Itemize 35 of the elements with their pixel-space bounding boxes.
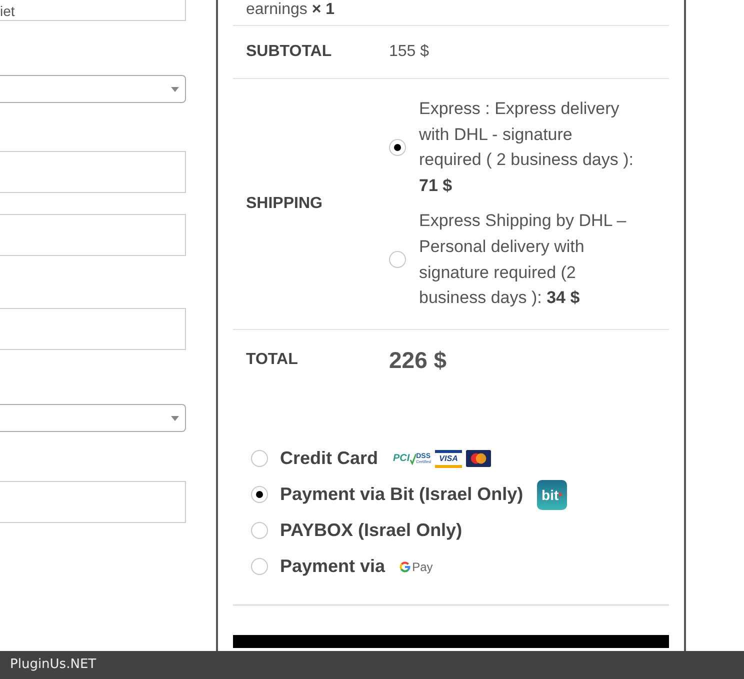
select-field[interactable]	[0, 75, 186, 103]
payment-method-label[interactable]: Credit Card	[280, 445, 378, 472]
bit-logo: bit	[537, 480, 568, 510]
product-name: earnings	[246, 0, 308, 20]
input-field[interactable]: iet	[0, 0, 186, 21]
input-field[interactable]	[0, 151, 186, 193]
input-field[interactable]	[0, 481, 186, 523]
letter-g-icon	[399, 560, 412, 573]
visa-logo: VISA	[435, 450, 462, 468]
payment-method-label[interactable]: Payment via Bit (Israel Only)	[280, 481, 524, 508]
shipping-option-label[interactable]: Express Shipping by DHL – Personal delivery with signature required (2 business days ): 34 $	[419, 208, 637, 311]
radio-button[interactable]	[389, 138, 406, 156]
total-value: 226 $	[389, 346, 447, 373]
pay-label: Pay	[412, 560, 433, 573]
shipping-option-label[interactable]: Express : Express delivery with DHL - signature required ( 2 business days ): 71 $	[419, 96, 637, 198]
input-field[interactable]	[0, 214, 186, 256]
subtotal-value: 155 $	[389, 42, 430, 62]
submit-button[interactable]	[233, 634, 669, 648]
subtotal-label: SUBTOTAL	[245, 42, 333, 62]
payment-method-label[interactable]: PAYBOX (Israel Only)	[280, 517, 462, 544]
radio-button[interactable]	[251, 450, 268, 468]
caret-icon	[171, 416, 179, 420]
radio-button[interactable]	[251, 558, 268, 576]
shipping-label: SHIPPING	[245, 194, 324, 214]
caret-icon	[171, 86, 179, 92]
select-field[interactable]	[0, 404, 186, 432]
total-label: TOTAL	[245, 350, 299, 370]
radio-button[interactable]	[389, 251, 406, 268]
radio-button[interactable]	[251, 486, 268, 504]
site-name-label: PluginUs.NET	[10, 656, 96, 674]
radio-button[interactable]	[251, 522, 268, 540]
payment-method-label[interactable]: Payment via	[280, 553, 386, 580]
overlapping-circles-icon	[466, 450, 492, 468]
product-quantity: × 1	[312, 0, 335, 20]
input-field[interactable]	[0, 308, 186, 350]
